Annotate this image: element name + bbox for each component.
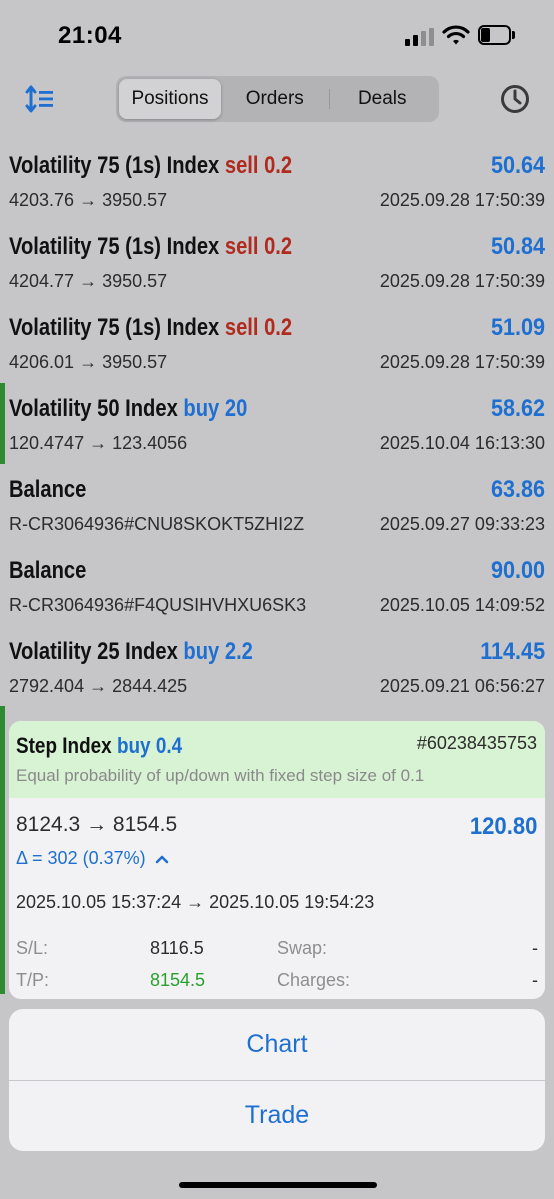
symbol-name: Volatility 25 Index bbox=[9, 638, 178, 665]
trade-type: sell bbox=[224, 233, 259, 260]
open-position-indicator bbox=[0, 706, 5, 994]
deal-comment: R-CR3064936#CNU8SKOKT5ZHI2Z bbox=[9, 514, 305, 534]
trade-volume: 0.2 bbox=[264, 233, 293, 260]
symbol-name: Balance bbox=[9, 557, 87, 584]
tp-value: 8154.5 bbox=[150, 970, 206, 990]
profit-value: 50.84 bbox=[490, 233, 545, 260]
symbol-name: Volatility 50 Index bbox=[9, 395, 178, 422]
open-position-indicator bbox=[0, 383, 5, 464]
chevron-up-icon bbox=[155, 856, 168, 864]
detail-price-range: 8124.3 → 8154.5 bbox=[16, 813, 178, 836]
position-detail-card: Step Index buy 0.4 #60238435753 Equal pr… bbox=[9, 721, 545, 999]
price-range: 4206.01 → 3950.57 bbox=[9, 352, 168, 372]
list-item[interactable]: Volatility 75 (1s) Index sell 0.2 50.64 … bbox=[0, 140, 554, 221]
sort-icon[interactable] bbox=[24, 84, 56, 114]
trade-volume: 0.2 bbox=[264, 314, 293, 341]
trade-type: buy bbox=[183, 395, 220, 422]
price-range: 2792.404 → 2844.425 bbox=[9, 676, 188, 696]
tab-positions[interactable]: Positions bbox=[119, 79, 221, 119]
detail-symbol: Step Index bbox=[16, 733, 112, 758]
open-time: 2025.09.21 06:56:27 bbox=[379, 676, 545, 696]
deal-comment: R-CR3064936#F4QUSIHVHXU6SK3 bbox=[9, 595, 307, 615]
charges-label: Charges: bbox=[277, 970, 351, 990]
trade-volume: 2.2 bbox=[224, 638, 253, 665]
wifi-icon bbox=[442, 25, 470, 45]
chart-button[interactable]: Chart bbox=[9, 1009, 545, 1080]
deal-time: 2025.10.05 14:09:52 bbox=[379, 595, 545, 615]
battery-icon bbox=[478, 25, 516, 45]
detail-header: Step Index buy 0.4 #60238435753 Equal pr… bbox=[9, 721, 545, 798]
profit-value: 58.62 bbox=[490, 395, 545, 422]
action-sheet: Chart Trade bbox=[9, 1009, 545, 1151]
deal-time: 2025.09.27 09:33:23 bbox=[379, 514, 545, 534]
status-bar: 21:04 bbox=[0, 0, 554, 70]
detail-profit: 120.80 bbox=[469, 813, 537, 840]
sl-label: S/L: bbox=[16, 938, 49, 958]
trade-volume: 20 bbox=[224, 395, 248, 422]
tp-label: T/P: bbox=[16, 970, 50, 990]
profit-value: 114.45 bbox=[480, 638, 545, 665]
open-time: 2025.09.28 17:50:39 bbox=[379, 271, 545, 291]
symbol-name: Volatility 75 (1s) Index bbox=[9, 152, 220, 179]
open-time: 2025.09.28 17:50:39 bbox=[379, 190, 545, 210]
home-indicator[interactable] bbox=[179, 1182, 377, 1188]
open-close-times: 2025.10.05 15:37:24 → 2025.10.05 19:54:2… bbox=[16, 892, 375, 912]
profit-value: 51.09 bbox=[490, 314, 545, 341]
trade-type: sell bbox=[224, 314, 259, 341]
profit-value: 50.64 bbox=[490, 152, 545, 179]
tab-orders[interactable]: Orders bbox=[221, 79, 329, 119]
list-item[interactable]: Volatility 50 Index buy 20 58.62 120.474… bbox=[0, 383, 554, 464]
profit-value: 90.00 bbox=[490, 557, 545, 584]
swap-value: - bbox=[532, 938, 538, 958]
charges-value: - bbox=[532, 970, 538, 990]
list-item[interactable]: Balance 90.00 R-CR3064936#F4QUSIHVHXU6SK… bbox=[0, 545, 554, 626]
trade-button[interactable]: Trade bbox=[9, 1080, 545, 1151]
open-time: 2025.09.28 17:50:39 bbox=[379, 352, 545, 372]
price-delta: Δ = 302 (0.37%) bbox=[16, 848, 169, 869]
symbol-name: Volatility 75 (1s) Index bbox=[9, 314, 220, 341]
sl-value: 8116.5 bbox=[150, 938, 204, 958]
list-item[interactable]: Volatility 25 Index buy 2.2 114.45 2792.… bbox=[0, 626, 554, 707]
open-time: 2025.10.04 16:13:30 bbox=[379, 433, 545, 453]
trade-type: buy bbox=[183, 638, 220, 665]
symbol-description: Equal probability of up/down with fixed … bbox=[16, 766, 425, 785]
cellular-signal-icon bbox=[405, 28, 435, 46]
clock-icon[interactable] bbox=[499, 83, 531, 115]
list-item[interactable]: Volatility 75 (1s) Index sell 0.2 50.84 … bbox=[0, 221, 554, 302]
trade-type: sell bbox=[224, 152, 259, 179]
symbol-name: Volatility 75 (1s) Index bbox=[9, 233, 220, 260]
list-item[interactable]: Volatility 75 (1s) Index sell 0.2 51.09 … bbox=[0, 302, 554, 383]
status-time: 21:04 bbox=[58, 22, 122, 49]
price-delta-text: Δ = 302 (0.37%) bbox=[16, 848, 146, 868]
trade-volume: 0.2 bbox=[264, 152, 293, 179]
profit-value: 63.86 bbox=[490, 476, 545, 503]
list-item[interactable]: Balance 63.86 R-CR3064936#CNU8SKOKT5ZHI2… bbox=[0, 464, 554, 545]
price-range: 4203.76 → 3950.57 bbox=[9, 190, 168, 210]
ticket-number: #60238435753 bbox=[416, 733, 537, 753]
symbol-name: Balance bbox=[9, 476, 87, 503]
tab-segmented-control: Positions Orders Deals bbox=[116, 76, 439, 122]
tab-deals[interactable]: Deals bbox=[328, 79, 437, 119]
price-range: 4204.77 → 3950.57 bbox=[9, 271, 168, 291]
swap-label: Swap: bbox=[277, 938, 328, 958]
header: Positions Orders Deals bbox=[0, 70, 554, 130]
detail-type: buy bbox=[116, 733, 151, 758]
price-range: 120.4747 → 123.4056 bbox=[9, 433, 188, 453]
detail-volume: 0.4 bbox=[155, 733, 183, 758]
